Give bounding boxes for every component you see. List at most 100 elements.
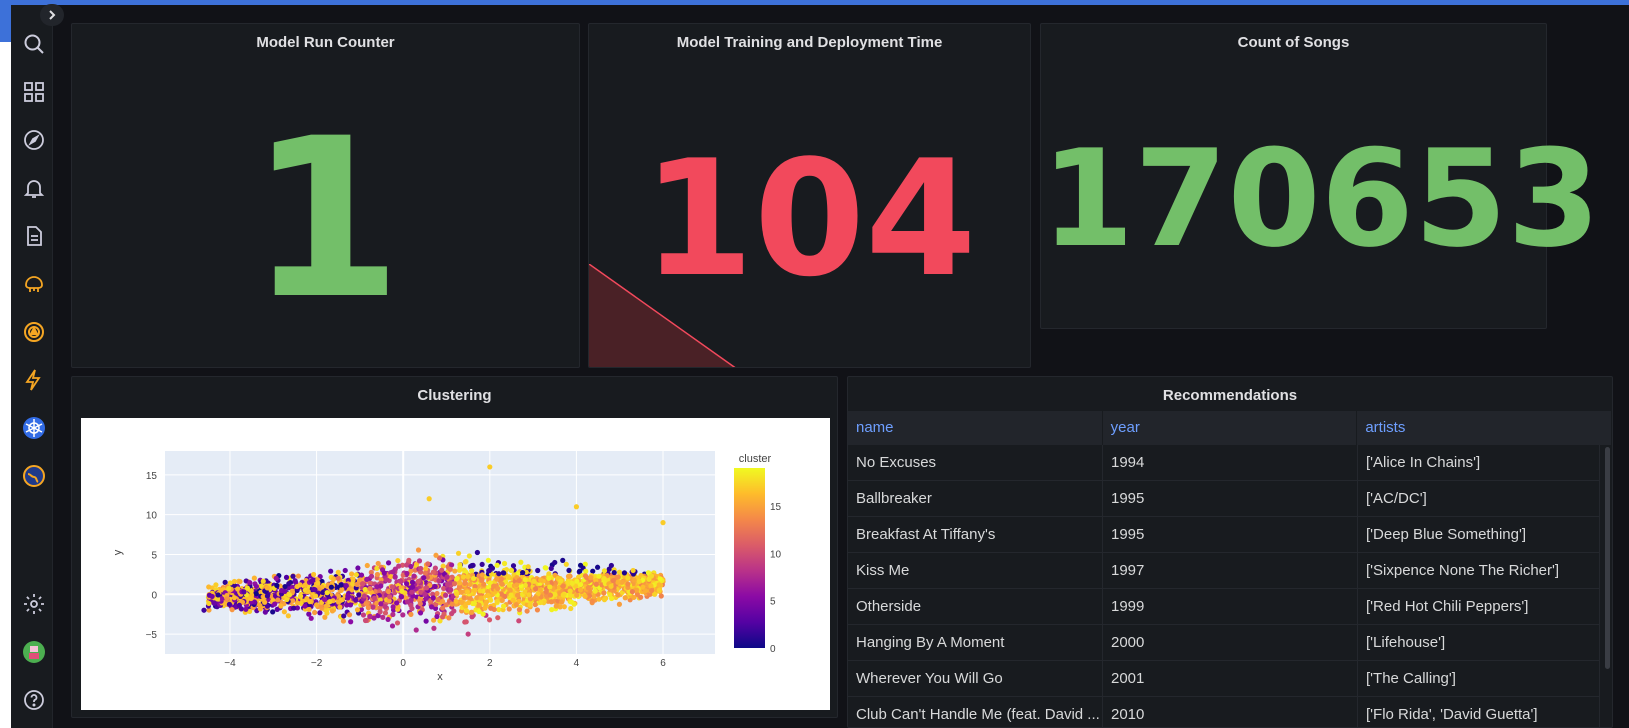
data-point — [465, 631, 471, 637]
data-point — [302, 603, 308, 609]
data-point — [561, 604, 567, 610]
scatter-plot[interactable]: −4 −2 0 2 4 6 −5 0 5 10 15 x y cluster 0 5 10 15 — [81, 418, 830, 710]
clustering-panel[interactable]: Clustering −4 −2 0 2 4 6 −5 0 5 10 15 x y cluster 0 5 10… — [71, 376, 838, 718]
data-point — [657, 576, 663, 582]
data-point — [629, 589, 636, 595]
help-icon[interactable] — [21, 687, 47, 713]
data-point — [342, 567, 348, 574]
data-point — [522, 577, 528, 583]
data-point — [480, 611, 486, 617]
data-point — [387, 594, 393, 600]
count-of-songs-panel[interactable]: Count of Songs 170653 — [1040, 23, 1600, 329]
cell-year: 1994 — [1103, 445, 1358, 480]
data-point — [630, 567, 636, 574]
cell-name: Wherever You Will Go — [848, 661, 1103, 696]
table-row[interactable]: No Excuses 1994 ['Alice In Chains'] — [848, 445, 1600, 481]
avatar-icon[interactable] — [21, 639, 47, 665]
data-point — [370, 604, 376, 610]
data-point — [560, 557, 566, 563]
data-point — [253, 583, 260, 590]
data-point — [251, 575, 257, 581]
data-point — [533, 586, 539, 592]
alerting-icon[interactable] — [21, 175, 47, 201]
data-point — [358, 572, 365, 578]
cell-year: 1995 — [1103, 481, 1358, 516]
data-point — [428, 604, 435, 610]
data-point — [278, 603, 284, 609]
ring-plugin-icon[interactable] — [21, 319, 47, 345]
data-point — [404, 581, 410, 587]
data-point — [400, 612, 406, 618]
data-point — [361, 593, 367, 599]
table-scrollbar[interactable] — [1605, 447, 1610, 669]
search-icon[interactable] — [21, 31, 47, 57]
model-run-counter-panel[interactable]: Model Run Counter 1 — [71, 23, 580, 368]
data-point — [589, 598, 595, 604]
kubernetes-icon[interactable] — [21, 415, 47, 441]
data-point — [328, 584, 335, 590]
brain-plugin-icon[interactable] — [21, 271, 47, 297]
data-point — [508, 592, 514, 598]
data-point — [615, 592, 621, 598]
data-point — [499, 581, 505, 587]
data-point — [487, 464, 493, 470]
data-point — [444, 581, 451, 587]
data-point — [367, 613, 373, 620]
dashboards-icon[interactable] — [21, 79, 47, 105]
x-tick-label: −2 — [311, 658, 323, 669]
column-header-artists[interactable]: artists — [1357, 411, 1612, 445]
data-point — [362, 617, 369, 624]
data-point — [283, 574, 290, 580]
data-point — [209, 593, 215, 600]
data-point — [563, 561, 569, 567]
data-point — [389, 623, 396, 629]
data-point — [461, 595, 467, 601]
table-row[interactable]: Club Can't Handle Me (feat. David ... 201… — [848, 697, 1600, 727]
bolt-plugin-icon[interactable] — [21, 367, 47, 393]
data-point — [631, 577, 637, 583]
data-point — [424, 585, 430, 591]
data-point — [297, 582, 303, 588]
column-header-year[interactable]: year — [1103, 411, 1358, 445]
cell-name: Kiss Me — [848, 553, 1103, 588]
table-row[interactable]: Otherside 1999 ['Red Hot Chili Peppers'] — [848, 589, 1600, 625]
table-row[interactable]: Ballbreaker 1995 ['AC/DC'] — [848, 481, 1600, 517]
data-point — [368, 573, 375, 579]
reports-icon[interactable] — [21, 223, 47, 249]
cell-artists: ['Lifehouse'] — [1358, 625, 1600, 660]
data-point — [345, 595, 351, 601]
data-point — [608, 562, 614, 569]
data-point — [476, 602, 482, 608]
column-header-name[interactable]: name — [848, 411, 1103, 445]
table-row[interactable]: Wherever You Will Go 2001 ['The Calling'] — [848, 661, 1600, 697]
colorbar-tick-label: 10 — [770, 549, 782, 560]
data-point — [510, 597, 516, 603]
data-point — [553, 603, 559, 609]
data-point — [457, 580, 463, 586]
data-point — [260, 578, 266, 584]
colorbar-title: cluster — [739, 453, 772, 465]
table-row[interactable]: Kiss Me 1997 ['Sixpence None The Richer'] — [848, 553, 1600, 589]
data-point — [272, 601, 278, 607]
training-time-panel[interactable]: Model Training and Deployment Time 104 — [588, 23, 1031, 368]
data-point — [423, 618, 429, 624]
globe-plugin-icon[interactable] — [21, 463, 47, 489]
data-point — [360, 612, 367, 618]
data-point — [506, 606, 512, 612]
data-point — [346, 612, 353, 618]
gear-icon[interactable] — [21, 591, 47, 617]
table-row[interactable]: Breakfast At Tiffany's 1995 ['Deep Blue So… — [848, 517, 1600, 553]
data-point — [363, 601, 369, 607]
expand-sidebar-button[interactable] — [40, 4, 64, 26]
recommendations-panel[interactable]: Recommendations name year artists No Exc… — [847, 376, 1613, 728]
data-point — [415, 578, 421, 585]
data-point — [574, 592, 580, 598]
data-point — [516, 607, 523, 613]
table-row[interactable]: Hanging By A Moment 2000 ['Lifehouse'] — [848, 625, 1600, 661]
data-point — [567, 588, 573, 594]
data-point — [648, 573, 655, 579]
data-point — [469, 568, 475, 574]
data-point — [469, 563, 475, 569]
explore-icon[interactable] — [21, 127, 47, 153]
data-point — [404, 599, 411, 605]
